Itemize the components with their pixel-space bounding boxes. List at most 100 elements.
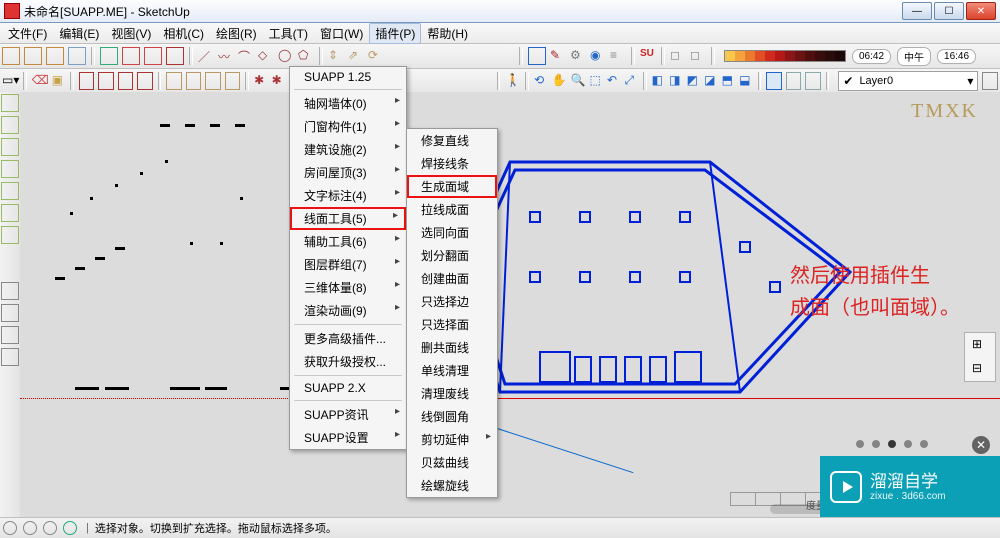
menu-item[interactable]: 房间屋顶(3) <box>290 161 406 184</box>
menu-item[interactable]: 三维体量(8) <box>290 276 406 299</box>
submenu-item[interactable]: 只选择边 <box>407 290 497 313</box>
close-button[interactable]: ✕ <box>966 2 996 20</box>
sandbox-icon[interactable] <box>1 182 19 200</box>
menu-item[interactable]: 辅助工具(6) <box>290 230 406 253</box>
tool-icon[interactable] <box>118 72 133 90</box>
select-icon[interactable]: ▭▾ <box>2 73 18 89</box>
zoom-extents-icon[interactable]: ⤢ <box>624 73 637 89</box>
tool-icon[interactable]: ⟳ <box>368 48 384 64</box>
sandbox-icon[interactable] <box>1 94 19 112</box>
zoom-prev-icon[interactable]: ↶ <box>607 73 620 89</box>
submenu-item[interactable]: 单线清理 <box>407 359 497 382</box>
menu-draw[interactable]: 绘图(R) <box>210 23 263 44</box>
line-face-submenu[interactable]: 修复直线焊接线条生成面域拉线成面选同向面划分翻面创建曲面只选择边只选择面删共面线… <box>406 128 498 498</box>
tool-icon[interactable] <box>166 47 184 65</box>
tool-icon[interactable]: ✎ <box>550 48 566 64</box>
view-icon[interactable]: ⬓ <box>739 73 752 89</box>
submenu-item[interactable]: 贝兹曲线 <box>407 451 497 474</box>
time-mid[interactable]: 中午 <box>897 47 931 66</box>
submenu-item[interactable]: 选同向面 <box>407 221 497 244</box>
menu-window[interactable]: 窗口(W) <box>314 23 369 44</box>
solid-icon[interactable] <box>1 348 19 366</box>
tool-icon[interactable]: ⬠ <box>298 48 314 64</box>
walk-icon[interactable]: 🚶 <box>505 73 520 89</box>
tool-icon[interactable] <box>137 72 152 90</box>
tool-icon[interactable]: 〰 <box>218 48 234 64</box>
float-panel[interactable]: ⊞ ⊟ <box>964 332 996 382</box>
tool-icon[interactable] <box>122 47 140 65</box>
solid-icon[interactable] <box>1 326 19 344</box>
submenu-item[interactable]: 删共面线 <box>407 336 497 359</box>
submenu-item[interactable]: 焊接线条 <box>407 152 497 175</box>
sandbox-icon[interactable] <box>1 160 19 178</box>
status-icon[interactable] <box>23 521 37 535</box>
paint-icon[interactable]: ▣ <box>52 73 65 89</box>
panel-icon[interactable]: ⊞ <box>972 337 988 353</box>
menu-help[interactable]: 帮助(H) <box>421 23 474 44</box>
menu-item[interactable]: 文字标注(4) <box>290 184 406 207</box>
view-icon[interactable]: ◨ <box>669 73 682 89</box>
tool-icon[interactable] <box>100 47 118 65</box>
tool-icon[interactable]: ⚙ <box>570 48 586 64</box>
tool-icon[interactable] <box>98 72 113 90</box>
menu-item[interactable]: 更多高级插件... <box>290 327 406 350</box>
tool-icon[interactable] <box>166 72 181 90</box>
overlay-close-icon[interactable]: ✕ <box>972 436 990 454</box>
menu-item[interactable]: 门窗构件(1) <box>290 115 406 138</box>
view-icon[interactable]: ◪ <box>704 73 717 89</box>
style-icon[interactable] <box>766 72 781 90</box>
menu-item[interactable]: 线面工具(5) <box>290 207 406 230</box>
time-right[interactable]: 16:46 <box>937 49 976 64</box>
submenu-item[interactable]: 剪切延伸 <box>407 428 497 451</box>
tool-icon[interactable]: ◻ <box>690 48 706 64</box>
menu-item[interactable]: 轴网墙体(0) <box>290 92 406 115</box>
tool-icon[interactable] <box>46 47 64 65</box>
tool-icon[interactable] <box>24 47 42 65</box>
submenu-item[interactable]: 划分翻面 <box>407 244 497 267</box>
submenu-item[interactable]: 清理废线 <box>407 382 497 405</box>
menu-item[interactable]: 获取升级授权... <box>290 350 406 373</box>
style-icon[interactable] <box>786 72 801 90</box>
submenu-item[interactable]: 绘螺旋线 <box>407 474 497 497</box>
sandbox-icon[interactable] <box>1 204 19 222</box>
orbit-icon[interactable]: ⟲ <box>534 73 547 89</box>
status-icon[interactable] <box>63 521 77 535</box>
tool-icon[interactable] <box>68 47 86 65</box>
menu-item[interactable]: 建筑设施(2) <box>290 138 406 161</box>
tool-icon[interactable] <box>186 72 201 90</box>
time-left[interactable]: 06:42 <box>852 49 891 64</box>
zoom-icon[interactable]: 🔍 <box>571 73 586 89</box>
submenu-item[interactable]: 生成面域 <box>407 175 497 198</box>
menu-file[interactable]: 文件(F) <box>2 23 53 44</box>
iso-icon[interactable]: ◧ <box>652 73 665 89</box>
tool-icon[interactable]: ◉ <box>590 48 606 64</box>
layer-input[interactable] <box>857 74 951 88</box>
plugins-menu[interactable]: SUAPP 1.25 轴网墙体(0)门窗构件(1)建筑设施(2)房间屋顶(3)文… <box>289 66 407 450</box>
tool-icon[interactable]: ◇ <box>258 48 274 64</box>
status-icon[interactable] <box>3 521 17 535</box>
menu-item[interactable]: SUAPP资讯 <box>290 403 406 426</box>
submenu-item[interactable]: 拉线成面 <box>407 198 497 221</box>
menu-item[interactable]: SUAPP设置 <box>290 426 406 449</box>
su-logo-icon[interactable]: SU <box>640 48 656 64</box>
tool-icon[interactable]: ◻ <box>670 48 686 64</box>
status-icon[interactable] <box>43 521 57 535</box>
tool-icon[interactable]: ✱ <box>254 73 267 89</box>
menu-item[interactable]: 图层群组(7) <box>290 253 406 276</box>
menu-edit[interactable]: 编辑(E) <box>53 23 105 44</box>
tool-icon[interactable] <box>2 47 20 65</box>
solid-icon[interactable] <box>1 282 19 300</box>
layer-selector[interactable]: ✔ ▾ <box>838 71 978 91</box>
tool-icon[interactable] <box>79 72 94 90</box>
sandbox-icon[interactable] <box>1 116 19 134</box>
maximize-button[interactable]: ☐ <box>934 2 964 20</box>
tool-icon[interactable]: ／ <box>198 48 214 64</box>
tool-icon[interactable]: ◯ <box>278 48 294 64</box>
panel-icon[interactable]: ⊟ <box>972 361 988 377</box>
submenu-item[interactable]: 修复直线 <box>407 129 497 152</box>
submenu-item[interactable]: 只选择面 <box>407 313 497 336</box>
menu-camera[interactable]: 相机(C) <box>157 23 210 44</box>
tool-icon[interactable]: ⌒ <box>238 48 254 64</box>
tool-icon[interactable]: ⇗ <box>348 48 364 64</box>
tool-icon[interactable] <box>528 47 546 65</box>
